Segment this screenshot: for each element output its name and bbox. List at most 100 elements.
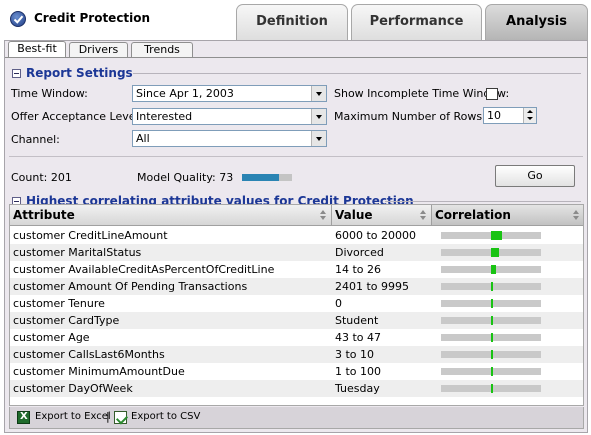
chevron-down-icon[interactable] (311, 131, 326, 146)
subtab-trends[interactable]: Trends (131, 42, 193, 58)
show-incomplete-label: Show Incomplete Time Window: (334, 87, 510, 100)
attribute-cell: customer CardType (13, 314, 120, 327)
max-rows-label: Maximum Number of Rows: (334, 110, 486, 123)
sort-icon[interactable] (420, 210, 427, 221)
correlation-fill (491, 350, 493, 359)
settings-divider (9, 156, 583, 157)
chevron-down-icon[interactable] (311, 109, 326, 124)
offer-acceptance-select[interactable]: Interested (132, 108, 327, 125)
show-incomplete-checkbox[interactable] (486, 88, 498, 100)
tab-performance[interactable]: Performance (351, 4, 482, 40)
report-settings-title: Report Settings (26, 66, 133, 80)
table-row[interactable]: customer CardType Student (10, 312, 583, 329)
table-row[interactable]: customer Age 43 to 47 (10, 329, 583, 346)
go-button[interactable]: Go (495, 165, 575, 187)
stepper-down-icon[interactable] (527, 117, 533, 120)
correlation-bar (441, 350, 541, 359)
column-header-correlation[interactable]: Correlation (432, 205, 583, 226)
value-cell: 43 to 47 (335, 331, 382, 344)
offer-acceptance-label: Offer Acceptance Level: (11, 110, 143, 123)
correlation-bar (441, 299, 541, 308)
max-rows-value: 10 (487, 109, 501, 122)
stepper-buttons[interactable] (523, 108, 536, 123)
count-text: Count: 201 (11, 171, 72, 184)
value-cell: 0 (335, 297, 342, 310)
correlation-fill (491, 367, 493, 376)
attribute-cell: customer CreditLineAmount (13, 229, 168, 242)
table-row[interactable]: customer AvailableCreditAsPercentOfCredi… (10, 261, 583, 278)
stepper-up-icon[interactable] (527, 110, 533, 113)
attribute-cell: customer Tenure (13, 297, 105, 310)
tab-definition[interactable]: Definition (236, 4, 348, 40)
correlation-bar (441, 333, 541, 342)
section-divider (133, 73, 581, 74)
correlation-bar (441, 384, 541, 393)
model-quality-label: Model Quality: 73 (137, 171, 234, 184)
correlation-bar (441, 248, 541, 257)
max-rows-stepper[interactable]: 10 (483, 107, 537, 124)
column-header-label: Value (335, 208, 373, 222)
chevron-down-icon[interactable] (311, 86, 326, 101)
attribute-cell: customer AvailableCreditAsPercentOfCredi… (13, 263, 275, 276)
offer-acceptance-value: Interested (136, 110, 193, 123)
column-header-attribute[interactable]: Attribute (10, 205, 332, 226)
sort-icon[interactable] (573, 210, 580, 221)
attribute-cell: customer MaritalStatus (13, 246, 142, 259)
subtab-drivers[interactable]: Drivers (69, 42, 128, 58)
correlation-table: Attribute Value Correlation customer Cre… (9, 204, 584, 406)
table-row[interactable]: customer CallsLast6Months 3 to 10 (10, 346, 583, 363)
sort-icon[interactable] (320, 210, 327, 221)
tab-analysis[interactable]: Analysis (485, 4, 588, 40)
value-cell: 1 to 100 (335, 365, 382, 378)
column-header-value[interactable]: Value (332, 205, 432, 226)
correlation-fill (491, 248, 499, 257)
export-toolbar: Export to Excel | Export to CSV (9, 407, 584, 429)
checkmark-icon (10, 11, 26, 27)
time-window-value: Since Apr 1, 2003 (136, 87, 234, 100)
toolbar-separator: | (106, 410, 110, 423)
header: Credit Protection Definition Performance… (0, 0, 591, 40)
time-window-select[interactable]: Since Apr 1, 2003 (132, 85, 327, 102)
value-cell: 14 to 26 (335, 263, 382, 276)
value-cell: 2401 to 9995 (335, 280, 410, 293)
correlation-fill (491, 282, 493, 291)
value-cell: Tuesday (335, 382, 380, 395)
attribute-cell: customer MinimumAmountDue (13, 365, 185, 378)
value-cell: Divorced (335, 246, 384, 259)
channel-value: All (136, 132, 150, 145)
table-row[interactable]: customer MaritalStatus Divorced (10, 244, 583, 261)
column-header-label: Attribute (13, 208, 75, 222)
correlation-fill (491, 384, 493, 393)
app-title: Credit Protection (34, 11, 151, 25)
value-cell: Student (335, 314, 379, 327)
channel-select[interactable]: All (132, 130, 327, 147)
csv-icon[interactable] (114, 411, 127, 424)
table-row[interactable]: customer Tenure 0 (10, 295, 583, 312)
correlation-fill (491, 299, 493, 308)
table-row[interactable]: customer DayOfWeek Tuesday (10, 380, 583, 397)
subtab-best-fit[interactable]: Best-fit (8, 41, 66, 58)
attribute-cell: customer DayOfWeek (13, 382, 133, 395)
attribute-cell: customer Age (13, 331, 90, 344)
attribute-cell: customer CallsLast6Months (13, 348, 165, 361)
correlation-fill (491, 316, 493, 325)
column-header-label: Correlation (435, 208, 511, 222)
collapse-icon[interactable] (12, 68, 21, 78)
export-excel-link[interactable]: Export to Excel (35, 411, 111, 422)
correlation-bar (441, 282, 541, 291)
table-row[interactable]: customer CreditLineAmount 6000 to 20000 (10, 227, 583, 244)
report-settings-header[interactable]: Report Settings (12, 66, 133, 80)
table-row[interactable]: customer MinimumAmountDue 1 to 100 (10, 363, 583, 380)
table-row[interactable]: customer Amount Of Pending Transactions 2… (10, 278, 583, 295)
excel-icon[interactable] (17, 411, 30, 424)
model-quality-bar (242, 174, 292, 181)
correlation-bar (441, 316, 541, 325)
correlation-bar (441, 265, 541, 274)
app-window: Credit Protection Definition Performance… (0, 0, 591, 435)
value-cell: 6000 to 20000 (335, 229, 417, 242)
attribute-cell: customer Amount Of Pending Transactions (13, 280, 248, 293)
subtab-divider (5, 57, 587, 58)
correlation-fill (491, 333, 493, 342)
time-window-label: Time Window: (11, 87, 88, 100)
export-csv-link[interactable]: Export to CSV (131, 411, 200, 422)
